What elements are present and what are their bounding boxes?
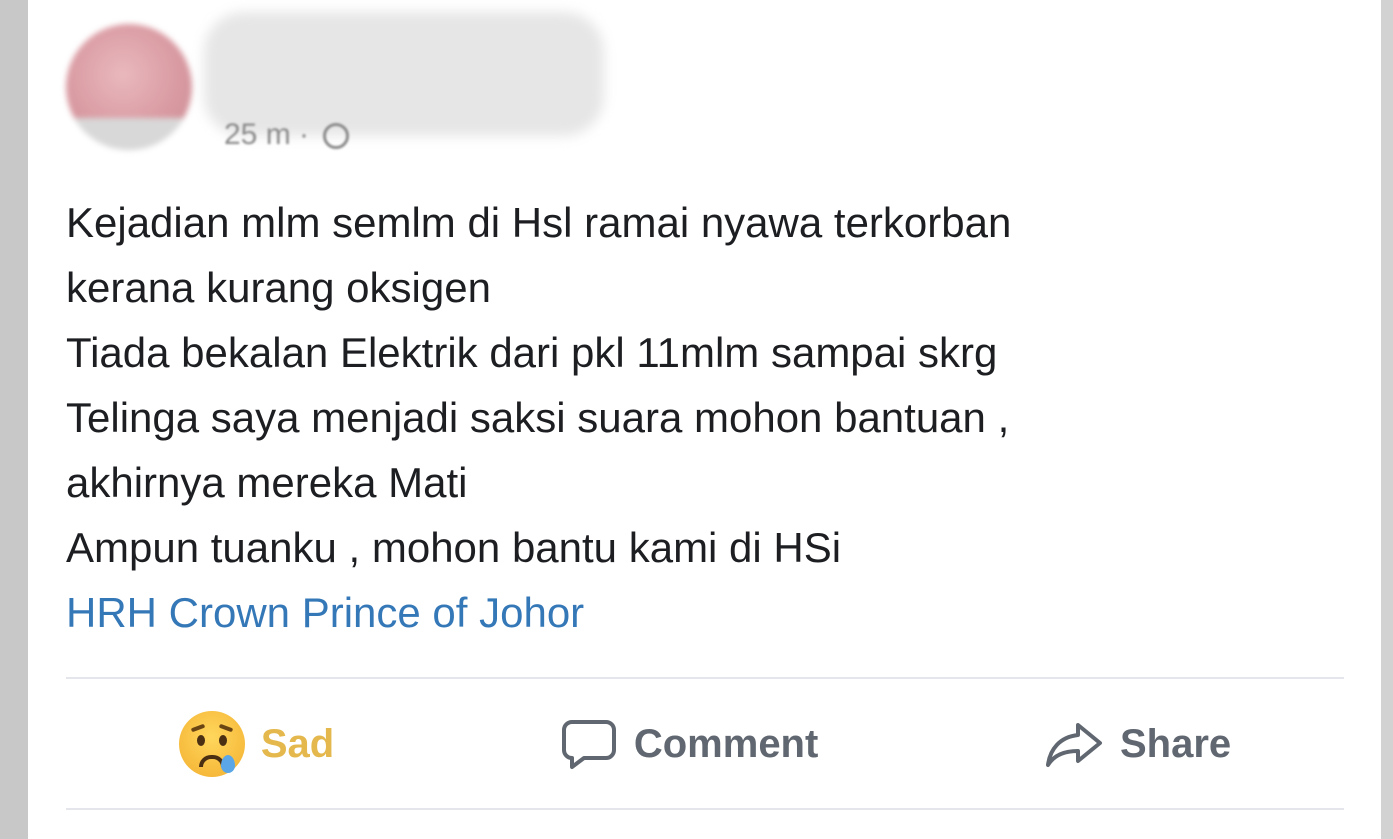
post-header: 25 m · — [28, 0, 1381, 170]
post-body-line: akhirnya mereka Mati — [66, 459, 468, 506]
comment-label: Comment — [633, 721, 819, 766]
sad-face-icon — [178, 711, 245, 777]
comment-icon — [560, 717, 618, 771]
divider — [66, 677, 1344, 679]
reaction-label: Sad — [260, 721, 335, 766]
post-body: Kejadian mlm semlm di Hsl ramai nyawa te… — [66, 190, 1326, 580]
post-body-line: Ampun tuanku , mohon bantu kami di HSi — [66, 524, 842, 571]
post-timestamp[interactable]: 25 m — [224, 118, 291, 151]
action-bar: Sad Comment Share — [66, 680, 1344, 808]
share-button[interactable]: Share — [1044, 719, 1231, 769]
share-icon — [1044, 719, 1104, 769]
post-card: 25 m · Kejadian mlm semlm di Hsl ramai n… — [28, 0, 1381, 839]
screenshot-edge — [1381, 0, 1393, 839]
post-body-line: Tiada bekalan Elektrik dari pkl 11mlm sa… — [66, 329, 998, 376]
meta-separator: · — [299, 118, 310, 151]
divider — [66, 808, 1344, 810]
globe-icon — [323, 123, 350, 150]
post-body-line: Telinga saya menjadi saksi suara mohon b… — [66, 394, 1010, 441]
mention-link[interactable]: HRH Crown Prince of Johor — [66, 580, 584, 645]
post-body-line: Kejadian mlm semlm di Hsl ramai nyawa te… — [66, 199, 1012, 246]
avatar[interactable] — [66, 24, 192, 150]
post-body-line: kerana kurang oksigen — [66, 264, 491, 311]
reaction-button[interactable]: Sad — [178, 711, 335, 777]
post-meta: 25 m · — [224, 118, 350, 152]
share-label: Share — [1119, 721, 1232, 766]
comment-button[interactable]: Comment — [560, 717, 818, 771]
